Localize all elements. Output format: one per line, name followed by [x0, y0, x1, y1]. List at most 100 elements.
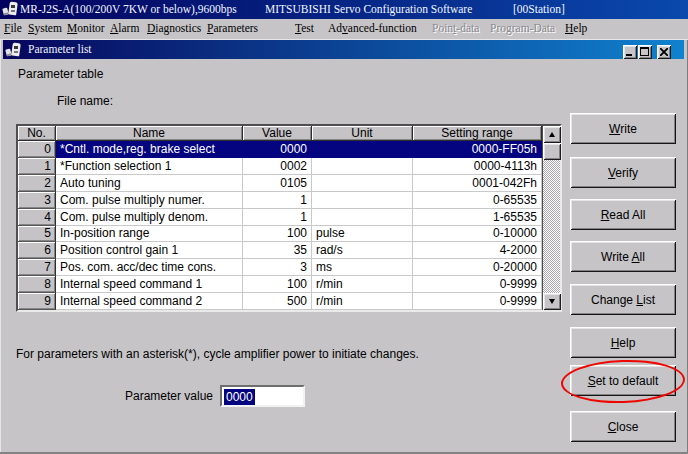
- table-row-2[interactable]: 2Auto tuning0105 0001-042Fh: [18, 175, 542, 192]
- title-bar: MR-J2S-A(100/200V 7KW or below),9600bps …: [0, 0, 688, 19]
- table-row-4[interactable]: 4Com. pulse multiply denom.1 1-65535: [18, 209, 542, 226]
- close-button[interactable]: Close: [570, 411, 676, 442]
- window-close-button[interactable]: [657, 45, 671, 59]
- table-row-5[interactable]: 5In-position range100pulse0-10000: [18, 226, 542, 243]
- param-unit-cell[interactable]: ms: [312, 259, 413, 276]
- param-range-cell[interactable]: 0001-042Fh: [413, 175, 542, 192]
- table-row-0[interactable]: 0*Cntl. mode,reg. brake select0000 0000-F…: [18, 141, 542, 158]
- param-value-cell[interactable]: 0002: [243, 158, 312, 175]
- row-number[interactable]: 6: [18, 242, 56, 259]
- param-unit-cell[interactable]: [312, 141, 413, 158]
- table-row-7[interactable]: 7Pos. com. acc/dec time cons.3ms0-20000: [18, 259, 542, 276]
- window-title-station: [00Station]: [513, 3, 565, 15]
- table-row-9[interactable]: 9Internal speed command 2500r/min0-9999: [18, 293, 542, 310]
- change-list-button[interactable]: Change List: [570, 284, 676, 315]
- param-name-cell[interactable]: Com. pulse multiply denom.: [56, 209, 243, 226]
- param-name-cell[interactable]: *Function selection 1: [56, 158, 243, 175]
- param-value-cell[interactable]: 500: [243, 293, 312, 310]
- param-range-cell[interactable]: 0-9999: [413, 276, 542, 293]
- row-number[interactable]: 9: [18, 293, 56, 310]
- param-unit-cell[interactable]: pulse: [312, 226, 413, 243]
- param-range-cell[interactable]: 0-65535: [413, 192, 542, 209]
- read-all-button[interactable]: Read All: [570, 199, 676, 230]
- dialog-title: Parameter list: [28, 43, 92, 55]
- file-name-label: File name:: [57, 94, 113, 108]
- parameter-value-input[interactable]: 0000: [220, 385, 305, 407]
- row-number[interactable]: 7: [18, 259, 56, 276]
- parameter-value-label: Parameter value: [125, 389, 213, 403]
- maximize-button[interactable]: [638, 45, 652, 59]
- menu-item-diagnostics[interactable]: Diagnostics: [147, 22, 201, 34]
- column-header-value[interactable]: Value: [243, 126, 312, 141]
- column-header-setting-range[interactable]: Setting range: [413, 126, 542, 141]
- param-range-cell[interactable]: 4-2000: [413, 242, 542, 259]
- scroll-up-button[interactable]: [543, 126, 561, 143]
- asterisk-note: For parameters with an asterisk(*), cycl…: [16, 347, 419, 361]
- minimize-button[interactable]: [623, 45, 637, 59]
- param-value-cell[interactable]: 0105: [243, 175, 312, 192]
- param-name-cell[interactable]: Internal speed command 2: [56, 293, 243, 310]
- param-name-cell[interactable]: Auto tuning: [56, 175, 243, 192]
- parameter-table-label: Parameter table: [18, 67, 103, 81]
- menu-item-system[interactable]: System: [28, 22, 62, 34]
- param-name-cell[interactable]: Com. pulse multiply numer.: [56, 192, 243, 209]
- row-number[interactable]: 8: [18, 276, 56, 293]
- menu-item-advanced-function[interactable]: Advanced-function: [328, 22, 417, 34]
- column-header-no[interactable]: No.: [18, 126, 56, 141]
- param-value-cell[interactable]: 0000: [243, 141, 312, 158]
- table-row-6[interactable]: 6Position control gain 135rad/s4-2000: [18, 242, 542, 259]
- verify-button[interactable]: Verify: [570, 157, 676, 188]
- param-range-cell[interactable]: 0000-FF05h: [413, 141, 542, 158]
- param-name-cell[interactable]: Internal speed command 1: [56, 276, 243, 293]
- menu-item-test[interactable]: Test: [295, 22, 314, 34]
- param-value-cell[interactable]: 3: [243, 259, 312, 276]
- row-number[interactable]: 2: [18, 175, 56, 192]
- write-button[interactable]: Write: [570, 113, 676, 144]
- table-row-1[interactable]: 1*Function selection 10002 0000-4113h: [18, 158, 542, 175]
- column-header-name[interactable]: Name: [56, 126, 243, 141]
- param-range-cell[interactable]: 0-20000: [413, 259, 542, 276]
- write-all-button[interactable]: Write All: [570, 241, 676, 272]
- menu-item-point-data[interactable]: Point-data: [432, 22, 479, 34]
- menu-item-help[interactable]: Help: [565, 22, 587, 34]
- menu-item-program-data[interactable]: Program-Data: [490, 22, 555, 34]
- param-range-cell[interactable]: 0-10000: [413, 226, 542, 243]
- row-number[interactable]: 1: [18, 158, 56, 175]
- param-unit-cell[interactable]: r/min: [312, 293, 413, 310]
- scroll-down-button[interactable]: [543, 293, 561, 310]
- param-unit-cell[interactable]: rad/s: [312, 242, 413, 259]
- scroll-thumb[interactable]: [543, 143, 561, 160]
- param-unit-cell[interactable]: [312, 175, 413, 192]
- param-unit-cell[interactable]: [312, 209, 413, 226]
- menu-item-file[interactable]: File: [4, 22, 22, 34]
- param-unit-cell[interactable]: r/min: [312, 276, 413, 293]
- param-name-cell[interactable]: In-position range: [56, 226, 243, 243]
- row-number[interactable]: 0: [18, 141, 56, 158]
- row-number[interactable]: 5: [18, 226, 56, 243]
- table-scrollbar[interactable]: [542, 126, 560, 310]
- window-title-model: MR-J2S-A(100/200V 7KW or below),9600bps: [20, 3, 237, 15]
- table-row-3[interactable]: 3Com. pulse multiply numer.1 0-65535: [18, 192, 542, 209]
- row-number[interactable]: 3: [18, 192, 56, 209]
- menu-item-parameters[interactable]: Parameters: [207, 22, 258, 34]
- menu-item-monitor[interactable]: Monitor: [67, 22, 105, 34]
- param-range-cell[interactable]: 0-9999: [413, 293, 542, 310]
- menu-item-alarm[interactable]: Alarm: [110, 22, 139, 34]
- param-range-cell[interactable]: 0000-4113h: [413, 158, 542, 175]
- table-row-8[interactable]: 8Internal speed command 1100r/min0-9999: [18, 276, 542, 293]
- row-number[interactable]: 4: [18, 209, 56, 226]
- param-value-cell[interactable]: 100: [243, 276, 312, 293]
- param-unit-cell[interactable]: [312, 158, 413, 175]
- param-value-cell[interactable]: 100: [243, 226, 312, 243]
- param-name-cell[interactable]: *Cntl. mode,reg. brake select: [56, 141, 243, 158]
- column-header-unit[interactable]: Unit: [312, 126, 413, 141]
- param-unit-cell[interactable]: [312, 192, 413, 209]
- help-button[interactable]: Help: [570, 327, 676, 358]
- param-value-cell[interactable]: 35: [243, 242, 312, 259]
- param-value-cell[interactable]: 1: [243, 209, 312, 226]
- param-name-cell[interactable]: Position control gain 1: [56, 242, 243, 259]
- menu-bar: File System Monitor Alarm Diagnostics Paramet…: [0, 19, 688, 39]
- param-range-cell[interactable]: 1-65535: [413, 209, 542, 226]
- param-value-cell[interactable]: 1: [243, 192, 312, 209]
- param-name-cell[interactable]: Pos. com. acc/dec time cons.: [56, 259, 243, 276]
